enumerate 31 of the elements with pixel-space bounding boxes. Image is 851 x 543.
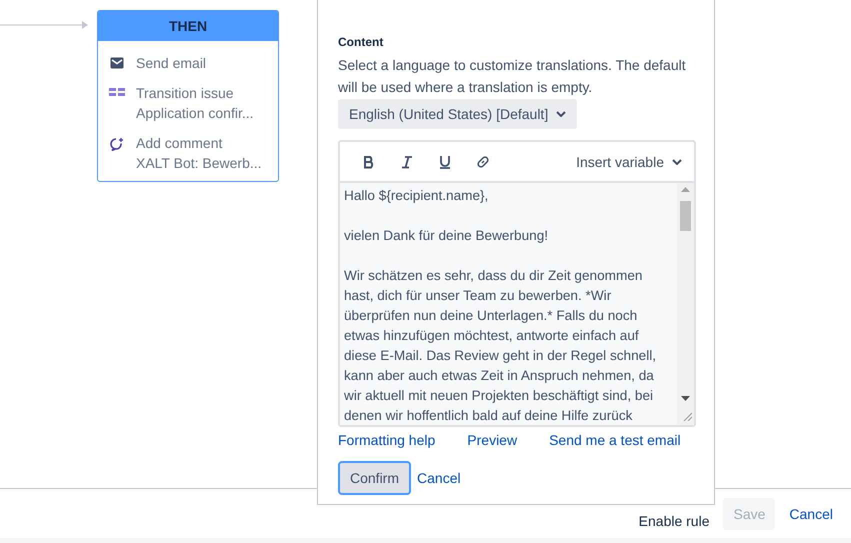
section-label: Content	[338, 34, 384, 50]
scrollbar-thumb[interactable]	[680, 201, 691, 231]
insert-variable-dropdown[interactable]: Insert variable	[564, 154, 694, 170]
description-text: Select a language to customize translations. The default will be used where a translation is empty.	[338, 56, 687, 97]
card-title: THEN	[98, 11, 278, 41]
bold-icon	[362, 154, 376, 168]
cancel-link[interactable]: Cancel	[417, 470, 461, 486]
action-title: Add comment	[136, 134, 224, 153]
action-detail: XALT Bot: Bewerb...	[136, 154, 262, 173]
link[interactable]: Preview	[467, 432, 518, 448]
confirm-button[interactable]: Confirm	[338, 461, 412, 495]
language-dropdown[interactable]: English (United States) [Default]	[338, 99, 578, 129]
scroll-down-icon[interactable]	[681, 396, 690, 402]
action-title: Send email	[136, 54, 206, 73]
underline-icon	[438, 154, 452, 168]
then-card[interactable]: THEN Send email Transition issue Application confir... Add comment XALT Bot: Bewerb...	[97, 10, 279, 182]
chevron-down-icon	[672, 158, 682, 164]
italic-icon	[400, 154, 414, 168]
link[interactable]: Formatting help	[338, 432, 436, 448]
resize-handle-icon[interactable]	[682, 411, 692, 421]
scrollbar[interactable]	[677, 183, 694, 425]
comment-icon	[110, 137, 124, 151]
chevron-down-icon	[556, 111, 566, 117]
action-detail: Application confir...	[136, 104, 254, 123]
enable-rule-label: Enable rule	[638, 512, 710, 528]
action-title: Transition issue	[136, 84, 235, 103]
link-icon	[475, 154, 491, 170]
envelope-icon	[110, 57, 124, 69]
link[interactable]: Send me a test email	[549, 432, 681, 448]
transition-icon	[109, 87, 125, 97]
cancel-button[interactable]: Cancel	[779, 498, 843, 530]
